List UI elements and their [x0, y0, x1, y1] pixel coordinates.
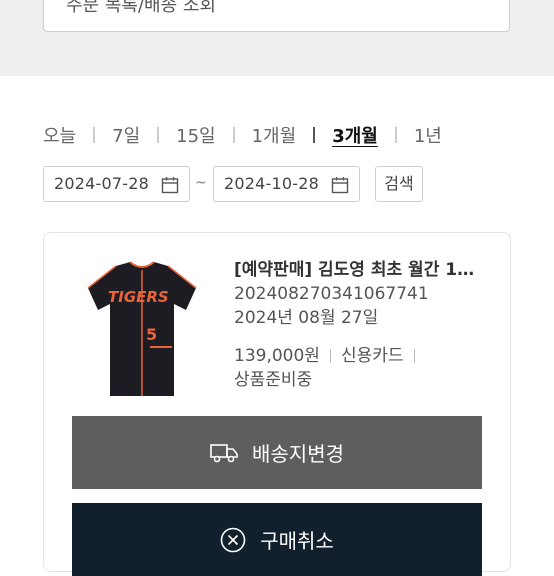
chevron-down-icon — [479, 0, 481, 1]
divider — [413, 349, 415, 363]
order-number: 20240827034106774​1 — [234, 284, 429, 304]
period-3months[interactable]: 3개월 — [332, 122, 378, 148]
divider — [157, 127, 160, 143]
order-status: 상품준비중 — [234, 370, 313, 390]
period-selector: 오늘 7일 15일 1개월 3개월 1년 — [43, 122, 442, 148]
calendar-icon[interactable] — [331, 176, 349, 194]
order-filter-label: 주문 목록/배송 조회 — [66, 0, 216, 16]
product-image[interactable]: TIGERS 5 — [86, 258, 198, 400]
end-date-input[interactable]: 2024-10-28 — [213, 166, 360, 202]
start-date-input[interactable]: 2024-07-28 — [43, 166, 190, 202]
order-info: [예약판매] 김도영 최초 월간 1… 20240827034106774​1 … — [234, 258, 484, 392]
period-7days[interactable]: 7일 — [112, 122, 140, 148]
period-today[interactable]: 오늘 — [43, 122, 76, 148]
date-range-separator: ~ — [195, 175, 207, 191]
close-circle-icon — [220, 527, 246, 552]
divider — [329, 349, 331, 363]
delivery-truck-icon — [210, 443, 238, 462]
start-date-value: 2024-07-28 — [54, 174, 149, 193]
period-1month[interactable]: 1개월 — [252, 122, 297, 148]
product-title[interactable]: [예약판매] 김도영 최초 월간 1… — [234, 258, 484, 282]
cancel-purchase-button[interactable]: 구매취소 — [72, 503, 482, 576]
order-filter-select[interactable]: 주문 목록/배송 조회 — [43, 0, 510, 32]
jersey-number: 5 — [146, 325, 157, 344]
period-15days[interactable]: 15일 — [176, 122, 215, 148]
order-filter-area: 주문 목록/배송 조회 — [0, 0, 554, 76]
order-date: 2024년 08월 27일 — [234, 308, 379, 328]
order-price: 139,000원 — [234, 346, 320, 366]
end-date-value: 2024-10-28 — [224, 174, 319, 193]
jersey-text: TIGERS — [108, 288, 169, 306]
divider — [394, 127, 397, 143]
search-button[interactable]: 검색 — [375, 166, 423, 202]
calendar-icon[interactable] — [161, 176, 179, 194]
period-1year[interactable]: 1년 — [414, 122, 442, 148]
change-address-button[interactable]: 배송지변경 — [72, 416, 482, 489]
divider — [232, 127, 235, 143]
change-address-label: 배송지변경 — [252, 442, 344, 466]
divider — [313, 127, 316, 143]
payment-info: 139,000원 신용카드 — [234, 344, 484, 368]
divider — [93, 127, 96, 143]
payment-method: 신용카드 — [340, 346, 404, 366]
cancel-purchase-label: 구매취소 — [260, 529, 334, 553]
